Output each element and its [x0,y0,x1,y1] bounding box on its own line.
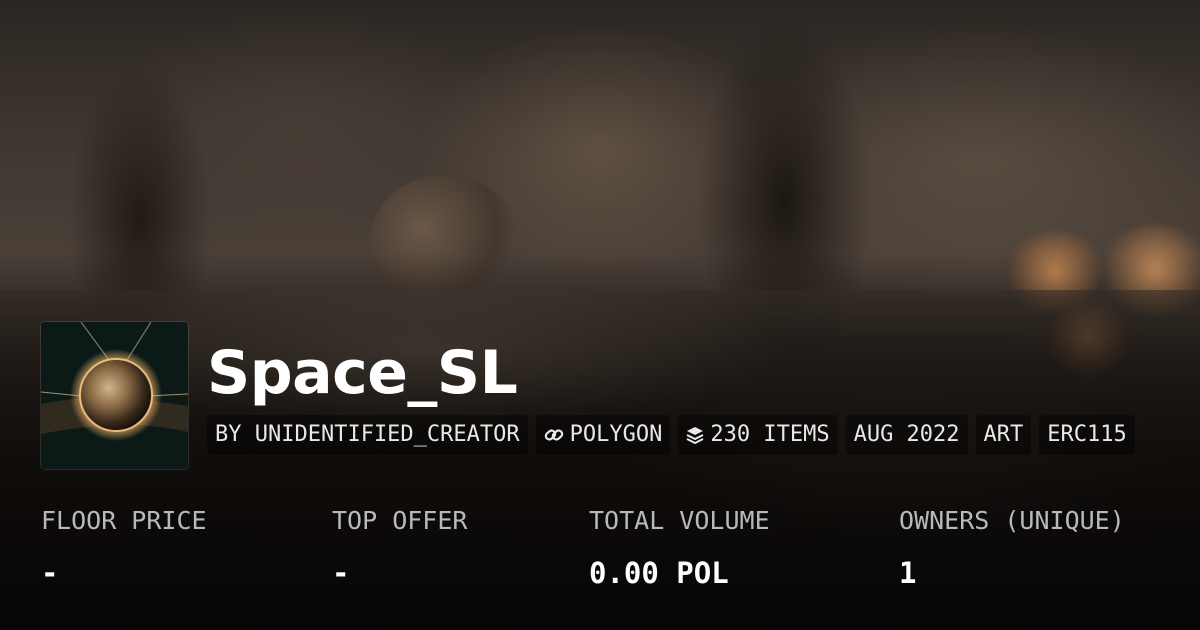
stat-floor-price: FLOOR PRICE - [41,503,207,595]
chain-tag[interactable]: POLYGON [535,415,671,455]
stat-owners: OWNERS (UNIQUE) 1 [899,503,1125,595]
standard-tag: ERC115 [1039,415,1135,455]
stat-total-volume: TOTAL VOLUME 0.00 POL [589,503,770,595]
stat-value: - [332,556,350,590]
creator-label: BY UNIDENTIFIED_CREATOR [215,422,520,447]
date-label: AUG 2022 [853,422,960,447]
stat-label: OWNERS (UNIQUE) [899,506,1125,535]
items-tag: 230 ITEMS [678,415,838,455]
collection-title: Space_SL [207,338,518,408]
standard-label: ERC115 [1047,422,1127,447]
stat-label: TOP OFFER [332,506,468,535]
stat-value: 1 [899,556,917,590]
stat-value: 0.00 POL [589,556,729,590]
creator-tag[interactable]: BY UNIDENTIFIED_CREATOR [207,415,528,455]
collection-tags: BY UNIDENTIFIED_CREATOR POLYGON 230 ITEM… [207,415,1135,455]
category-tag[interactable]: ART [975,415,1032,455]
chain-link-icon [544,429,563,441]
chain-label: POLYGON [569,422,663,447]
stat-label: TOTAL VOLUME [589,506,770,535]
stat-label: FLOOR PRICE [41,506,207,535]
stat-value: - [41,556,59,590]
layers-icon [686,427,704,444]
collection-stats: FLOOR PRICE - TOP OFFER - TOTAL VOLUME 0… [41,503,1200,593]
date-tag: AUG 2022 [845,415,968,455]
collection-thumbnail [41,322,188,469]
stat-top-offer: TOP OFFER - [332,503,467,595]
category-label: ART [983,422,1024,447]
glowing-sphere-image [41,322,188,469]
items-label: 230 ITEMS [710,422,830,447]
